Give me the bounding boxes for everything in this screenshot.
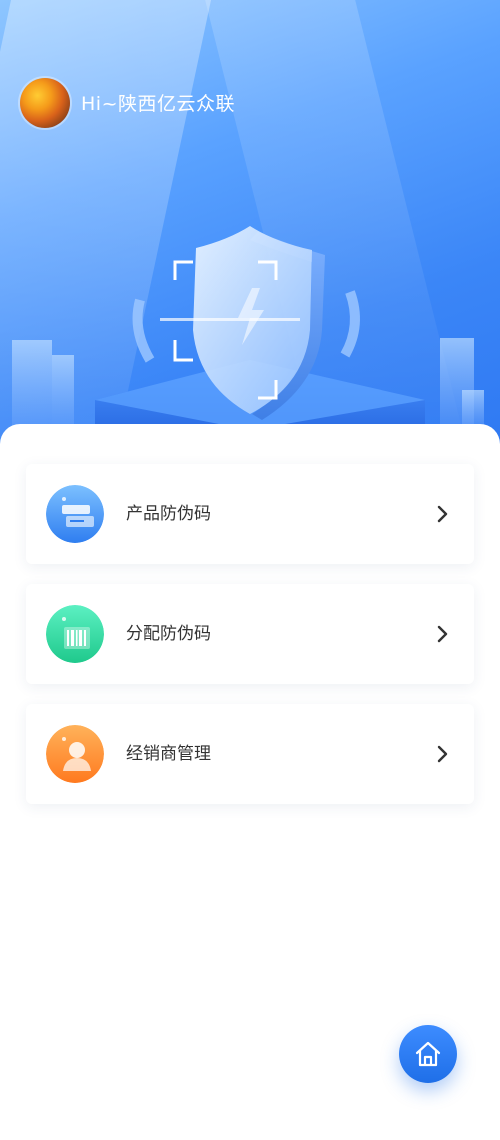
avatar[interactable] [20, 78, 70, 128]
shield-illustration [12, 226, 484, 440]
product-code-icon [46, 485, 104, 543]
menu-item-product-code[interactable]: 产品防伪码 [26, 464, 474, 564]
menu-item-assign-code[interactable]: 分配防伪码 [26, 584, 474, 684]
menu-item-label: 分配防伪码 [126, 624, 211, 644]
dealer-icon [46, 725, 104, 783]
barcode-icon [46, 605, 104, 663]
menu-item-label: 产品防伪码 [126, 504, 211, 524]
greeting-text: Hi~陕西亿云众联 [81, 93, 235, 115]
home-icon [415, 1041, 441, 1067]
home-button[interactable] [399, 1025, 457, 1083]
chevron-right-icon [437, 745, 448, 763]
header-banner: Hi~陕西亿云众联 [0, 0, 500, 450]
chevron-right-icon [437, 625, 448, 643]
menu-item-dealer-management[interactable]: 经销商管理 [26, 704, 474, 804]
chevron-right-icon [437, 505, 448, 523]
menu-item-label: 经销商管理 [126, 744, 211, 764]
